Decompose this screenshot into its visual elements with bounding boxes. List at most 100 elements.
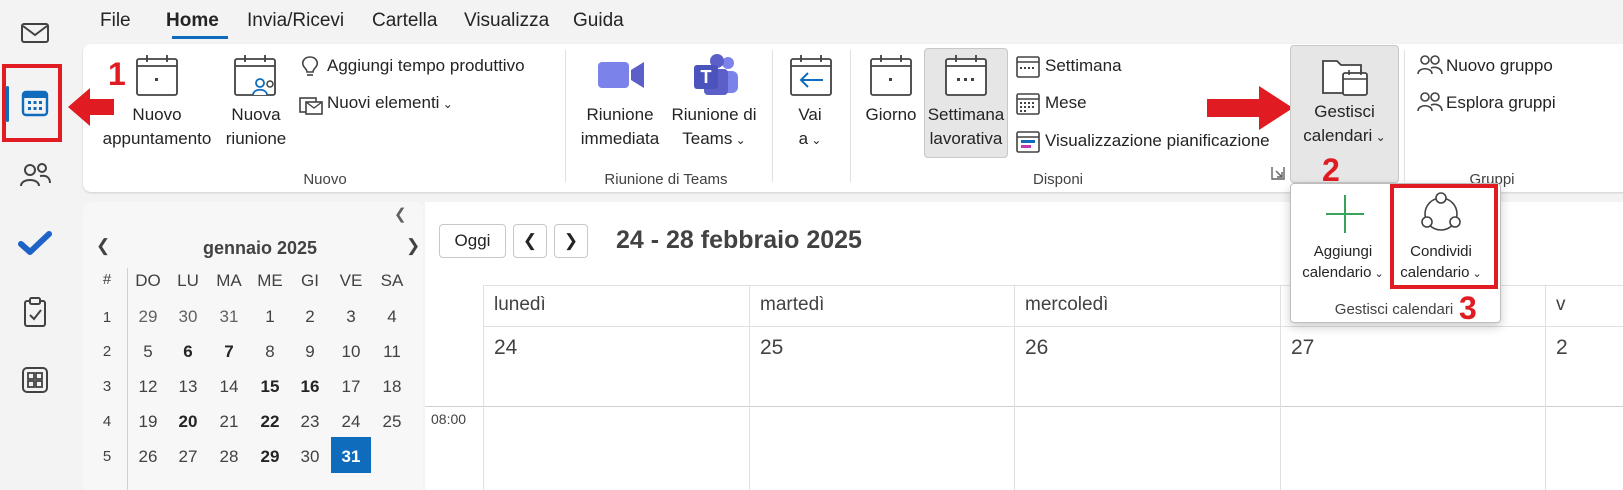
mini-calendar-day[interactable]: 5	[128, 342, 168, 362]
mini-calendar-day[interactable]: 4	[372, 307, 412, 327]
day-column[interactable]	[1545, 286, 1546, 490]
mini-calendar-day[interactable]: 25	[372, 412, 412, 432]
mini-calendar-day[interactable]: 19	[128, 412, 168, 432]
tasks-clipboard-icon[interactable]	[16, 293, 54, 331]
dialog-launcher-icon[interactable]	[1271, 166, 1285, 185]
new-items-label: Nuovi elementi	[327, 93, 440, 112]
group-label-nuovo: Nuovo	[303, 171, 347, 188]
new-items-button[interactable]: Nuovi elementi ⌄	[327, 93, 453, 113]
day-column[interactable]	[749, 286, 750, 490]
today-button[interactable]: Oggi	[439, 224, 506, 258]
todo-check-icon[interactable]	[16, 224, 54, 262]
group-label-teams: Riunione di Teams	[604, 171, 728, 188]
tab-send-receive[interactable]: Invia/Ricevi	[247, 10, 344, 32]
mini-calendar-day[interactable]: 30	[168, 307, 208, 327]
mini-calendar-day[interactable]: 10	[331, 342, 371, 362]
day-number: 24	[494, 336, 518, 359]
highlight-box-calendar	[2, 64, 62, 142]
weekday-header: VE	[339, 271, 363, 290]
tab-file[interactable]: File	[100, 10, 131, 32]
mini-calendar-day[interactable]: 26	[128, 447, 168, 467]
new-group-button[interactable]: Nuovo gruppo	[1446, 56, 1553, 76]
go-to-button[interactable]: Vai a ⌄	[788, 103, 832, 152]
collapse-pane-icon[interactable]: ❮	[394, 205, 407, 223]
new-meeting-button[interactable]: Nuova riunione	[224, 103, 288, 151]
mini-calendar-day[interactable]: 15	[250, 377, 290, 397]
day-name: martedì	[760, 294, 825, 315]
mini-calendar-day-selected[interactable]: 31	[331, 447, 371, 467]
mini-calendar-month-label[interactable]: gennaio 2025	[180, 238, 340, 259]
teams-meeting-label-2: Teams	[682, 129, 733, 148]
day-column[interactable]	[483, 286, 484, 490]
weekday-header: ME	[257, 271, 283, 290]
tab-home[interactable]: Home	[166, 10, 219, 32]
tab-home-underline	[172, 36, 228, 39]
add-productive-time-button[interactable]: Aggiungi tempo produttivo	[327, 56, 525, 76]
mini-calendar-day[interactable]: 8	[250, 342, 290, 362]
month-view-icon	[1016, 92, 1040, 121]
mini-calendar-day[interactable]: 18	[372, 377, 412, 397]
mini-calendar-day[interactable]: 21	[209, 412, 249, 432]
mini-calendar-day[interactable]: 29	[250, 447, 290, 467]
mini-calendar-day[interactable]: 13	[168, 377, 208, 397]
mini-calendar-day[interactable]: 9	[290, 342, 330, 362]
mini-calendar-day[interactable]: 14	[209, 377, 249, 397]
day-name: v	[1556, 294, 1566, 315]
day-column[interactable]	[1280, 286, 1281, 490]
people-icon[interactable]	[16, 156, 54, 194]
prev-week-button[interactable]: ❮	[513, 224, 547, 258]
apps-icon[interactable]	[16, 361, 54, 399]
manage-calendars-label-2: calendari	[1303, 126, 1373, 145]
mini-calendar-day[interactable]: 22	[250, 412, 290, 432]
browse-groups-icon	[1417, 91, 1443, 118]
add-calendar-button[interactable]: Aggiungi calendario ⌄	[1296, 241, 1390, 285]
mini-calendar-day[interactable]: 1	[250, 307, 290, 327]
mini-calendar-day[interactable]: 16	[290, 377, 330, 397]
mini-calendar-day[interactable]: 6	[168, 342, 208, 362]
browse-groups-button[interactable]: Esplora gruppi	[1446, 93, 1556, 113]
week-view-button[interactable]: Settimana	[1045, 56, 1122, 76]
new-meeting-icon	[233, 53, 279, 104]
schedule-view-button[interactable]: Visualizzazione pianificazione	[1045, 131, 1270, 151]
mini-calendar-day[interactable]: 7	[209, 342, 249, 362]
day-number: 26	[1025, 336, 1049, 359]
date-range-title: 24 - 28 febbraio 2025	[616, 226, 862, 254]
day-number: 25	[760, 336, 784, 359]
annotation-number-3: 3	[1459, 290, 1477, 326]
mini-calendar-day[interactable]: 20	[168, 412, 208, 432]
mini-calendar-day[interactable]: 24	[331, 412, 371, 432]
mini-calendar-day[interactable]: 28	[209, 447, 249, 467]
highlight-box-share-calendar	[1390, 184, 1498, 289]
mail-icon[interactable]	[16, 14, 54, 52]
add-calendar-plus-icon	[1324, 193, 1366, 240]
day-column[interactable]	[1014, 286, 1015, 490]
time-slot-label: 08:00	[431, 411, 467, 427]
next-month-icon[interactable]: ❯	[406, 236, 420, 256]
mini-calendar-day[interactable]: 23	[290, 412, 330, 432]
teams-meeting-button[interactable]: Riunione di Teams ⌄	[668, 103, 760, 152]
tab-help[interactable]: Guida	[573, 10, 624, 32]
new-appointment-button[interactable]: Nuovo appuntamento	[100, 103, 214, 151]
day-view-button[interactable]: Giorno	[862, 103, 920, 127]
mini-calendar-day[interactable]: 31	[209, 307, 249, 327]
work-week-label-1: Settimana	[927, 105, 1005, 124]
mini-calendar-day[interactable]: 2	[290, 307, 330, 327]
mini-calendar-day[interactable]: 27	[168, 447, 208, 467]
tab-folder[interactable]: Cartella	[372, 10, 437, 32]
mini-calendar-day[interactable]: 3	[331, 307, 371, 327]
chevron-right-icon: ❯	[563, 231, 579, 250]
mini-calendar-day[interactable]: 17	[331, 377, 371, 397]
instant-meeting-button[interactable]: Riunione immediata	[578, 103, 662, 151]
mini-calendar-day[interactable]: 30	[290, 447, 330, 467]
month-view-button[interactable]: Mese	[1045, 93, 1087, 113]
prev-month-icon[interactable]: ❮	[96, 236, 110, 256]
next-week-button[interactable]: ❯	[554, 224, 588, 258]
weekday-header: LU	[177, 271, 199, 290]
mini-calendar-day[interactable]: 12	[128, 377, 168, 397]
new-meeting-label-2: riunione	[225, 129, 287, 148]
mini-calendar-day[interactable]: 11	[372, 342, 412, 362]
new-appointment-label-2: appuntamento	[102, 129, 212, 148]
add-calendar-label-1: Aggiungi	[1313, 243, 1373, 260]
tab-view[interactable]: Visualizza	[464, 10, 549, 32]
mini-calendar-day[interactable]: 29	[128, 307, 168, 327]
